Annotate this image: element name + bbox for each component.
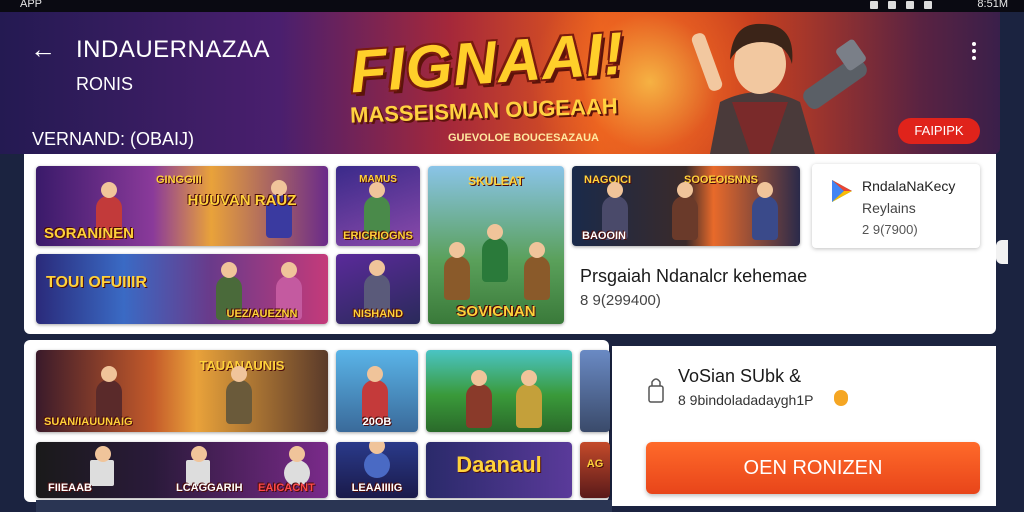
gallery-tile-5[interactable]: FIIEAAB LCAGGARIH EAICACNT [36,442,328,498]
screenshot-tile-6[interactable]: NISHAND [336,254,420,324]
related-app-count: 2 9(7900) [862,222,918,237]
status-bar: APP 8:51M [0,0,1024,12]
program-size: 8 9(299400) [580,292,661,309]
app-title: INDAUERNAZAA [76,36,271,63]
screenshot-tile-1[interactable]: GINGGIII SORANINEN HUUVAN RAUZ [36,166,328,246]
gallery-tile-8[interactable]: AG [580,442,610,498]
version-label: VoSian SUbk & [678,366,802,386]
info-badge-icon [834,390,848,406]
screenshot-tile-5[interactable]: TOUI OFUIIIR UEZ/AUEZNN [36,254,328,324]
version-detail: 8 9bindoladadaygh1P [678,392,814,408]
related-app-name: RndalaNaKecy [862,178,956,194]
program-title: Prsgaiah Ndanalcr kehemae [580,266,808,286]
related-app-card[interactable]: RndalaNaKecy Reylains 2 9(7900) [812,164,980,248]
lock-icon [648,378,664,403]
more-options-button[interactable] [966,40,982,64]
hero-character-art [691,23,867,154]
status-time: 8:51M [977,0,1008,10]
status-icons [870,1,932,9]
install-panel: VoSian SUbk & 8 9bindoladadaygh1P OEN RO… [612,346,996,506]
gallery-tile-7[interactable]: Daanaul [426,442,572,498]
hero-badge-button[interactable]: FAIPIPK [898,118,980,144]
more-vertical-icon [966,42,982,60]
back-button[interactable]: ← [30,36,58,64]
app-version: VERNAND: (OBAIJ) [32,129,195,149]
screenshot-tile-3[interactable]: SKULEAT SOVICNAN [428,166,564,324]
game-logo-small: GUEVOLOE BOUCESAZAUA [448,132,599,144]
gallery-tile-6[interactable]: LEAAIIIIG [336,442,418,498]
gallery-tile-2[interactable]: 20OB [336,350,418,432]
screenshot-tile-2[interactable]: MAMUS ERICRIOGNS [336,166,420,246]
gallery-tile-3[interactable] [426,350,572,432]
scroll-edge-chip[interactable] [996,240,1008,264]
bottom-strip [36,500,612,512]
play-store-icon [832,180,852,202]
related-app-meta: Reylains [862,200,916,216]
open-button[interactable]: OEN RONIZEN [646,442,980,494]
gallery-tile-1[interactable]: TAUANAUNIS SUAN/IAUUNAIG [36,350,328,432]
hero-banner: ← INDAUERNAZAA RONIS VERNAND: (OBAIJ) FI… [0,12,1000,154]
app-subtitle: RONIS [76,74,134,94]
arrow-back-icon: ← [30,34,56,64]
status-app-label: APP [20,0,43,10]
gallery-tile-4[interactable] [580,350,610,432]
screenshot-tile-4[interactable]: NAGOICI SOOEOISNNS BAOOIN [572,166,800,246]
